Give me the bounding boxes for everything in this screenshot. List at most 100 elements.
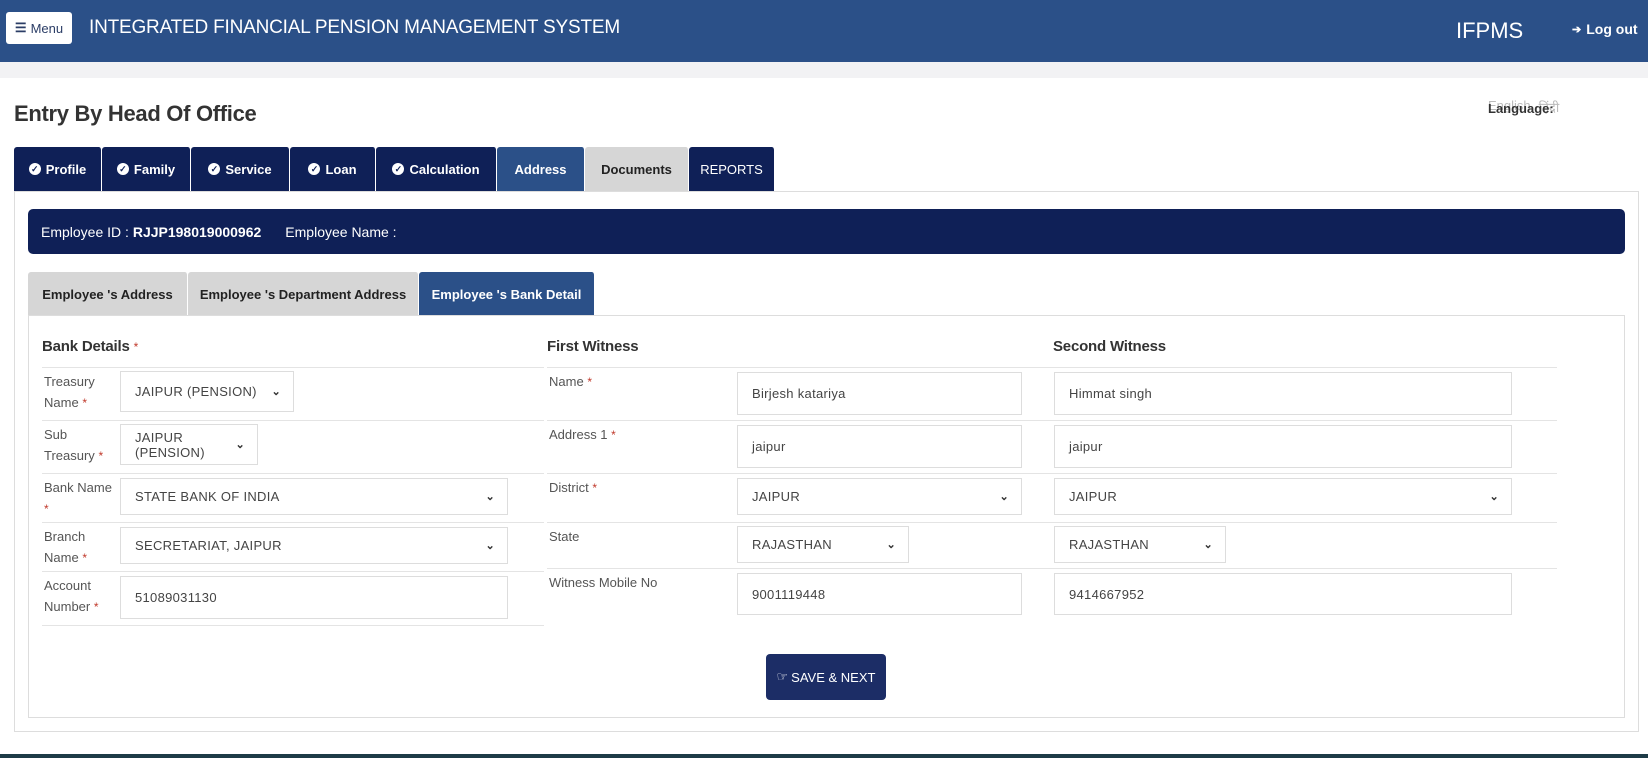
first-witness-address-input[interactable]: jaipur — [737, 425, 1022, 468]
divider — [42, 420, 544, 421]
subtab-employee-address[interactable]: Employee 's Address — [28, 272, 188, 316]
employee-id-value: RJJP198019000962 — [132, 223, 262, 240]
first-witness-district-select[interactable]: JAIPUR ⌄ — [737, 478, 1022, 515]
second-witness-state-select[interactable]: RAJASTHAN ⌄ — [1054, 526, 1226, 563]
divider — [547, 473, 1557, 474]
divider — [42, 473, 544, 474]
select-value: JAIPUR — [752, 489, 801, 504]
divider — [42, 571, 544, 572]
tab-calculation[interactable]: ✓ Calculation — [376, 147, 497, 191]
witness-district-label: District * — [549, 477, 597, 499]
employee-name-label: Employee Name : — [285, 223, 397, 240]
required-marker: * — [611, 428, 616, 442]
tab-label: REPORTS — [700, 161, 763, 177]
employee-info-bar: Employee ID : RJJP198019000962 Employee … — [28, 209, 1625, 254]
divider — [42, 522, 544, 523]
branch-name-select[interactable]: SECRETARIAT, JAIPUR ⌄ — [120, 527, 508, 564]
second-witness-mobile-input[interactable]: 9414667952 — [1054, 573, 1512, 615]
check-circle-icon: ✓ — [116, 163, 129, 175]
tab-service[interactable]: ✓ Service — [191, 147, 290, 191]
tab-label: Family — [133, 161, 176, 177]
address-sub-tabs: Employee 's Address Employee 's Departme… — [28, 272, 595, 316]
select-value: SECRETARIAT, JAIPUR — [135, 538, 282, 553]
chevron-down-icon: ⌄ — [999, 491, 1009, 503]
tab-address[interactable]: Address — [497, 147, 585, 191]
divider — [547, 522, 1557, 523]
select-value: STATE BANK OF INDIA — [135, 489, 280, 504]
input-value: jaipur — [752, 439, 786, 454]
first-witness-mobile-input[interactable]: 9001119448 — [737, 573, 1022, 615]
main-tabs: ✓ Profile ✓ Family ✓ Service ✓ Loan ✓ Ca… — [14, 147, 775, 191]
account-number-input[interactable]: 51089031130 — [120, 576, 508, 619]
tab-documents[interactable]: Documents — [585, 147, 689, 191]
subtab-label: Employee 's Bank Detail — [431, 286, 582, 302]
label-text: Name — [44, 395, 79, 410]
button-label: SAVE & NEXT — [791, 669, 876, 685]
second-witness-heading: Second Witness — [1053, 338, 1166, 355]
divider — [42, 625, 544, 626]
menu-button[interactable]: ☰ Menu — [6, 12, 72, 44]
input-value: 9414667952 — [1069, 586, 1145, 602]
label-text: Treasury — [44, 374, 95, 389]
label-text: Account — [44, 578, 91, 593]
thumbs-up-icon: ☞ — [776, 669, 789, 684]
footer-bar — [0, 754, 1648, 758]
check-circle-icon: ✓ — [28, 163, 41, 175]
required-marker: * — [44, 502, 49, 516]
tab-reports[interactable]: REPORTS — [689, 147, 775, 191]
tab-profile[interactable]: ✓ Profile — [14, 147, 102, 191]
required-marker: * — [82, 551, 87, 565]
tab-label: Calculation — [409, 161, 480, 177]
branch-name-label: Branch Name * — [44, 526, 87, 569]
select-value: RAJASTHAN — [1069, 537, 1149, 552]
witness-name-label: Name * — [549, 371, 592, 393]
bank-name-label: Bank Name * — [44, 477, 112, 520]
brand-name: IFPMS — [1456, 18, 1524, 43]
second-witness-district-select[interactable]: JAIPUR ⌄ — [1054, 478, 1512, 515]
top-navbar: ☰ Menu INTEGRATED FINANCIAL PENSION MANA… — [0, 0, 1648, 62]
select-value: RAJASTHAN — [752, 537, 832, 552]
tab-loan[interactable]: ✓ Loan — [290, 147, 376, 191]
chevron-down-icon: ⌄ — [235, 439, 245, 451]
witness-address-label: Address 1 * — [549, 424, 616, 446]
logout-link[interactable]: ➔ Log out — [1572, 21, 1638, 37]
divider — [42, 367, 544, 368]
required-marker: * — [587, 375, 592, 389]
employee-name: Employee Name : — [285, 224, 396, 240]
check-circle-icon: ✓ — [392, 163, 405, 175]
check-circle-icon: ✓ — [308, 163, 321, 175]
tab-label: Loan — [325, 161, 357, 177]
subtab-department-address[interactable]: Employee 's Department Address — [188, 272, 419, 316]
subtab-bank-detail[interactable]: Employee 's Bank Detail — [419, 272, 595, 316]
select-value: JAIPUR — [1069, 489, 1118, 504]
divider — [547, 568, 1557, 569]
treasury-name-select[interactable]: JAIPUR (PENSION) ⌄ — [120, 371, 294, 412]
save-next-button[interactable]: ☞ SAVE & NEXT — [766, 654, 886, 700]
sub-treasury-select[interactable]: JAIPUR (PENSION) ⌄ — [120, 424, 258, 465]
chevron-down-icon: ⌄ — [1203, 539, 1213, 551]
label-text: Address 1 — [549, 427, 608, 442]
bank-name-select[interactable]: STATE BANK OF INDIA ⌄ — [120, 478, 508, 515]
input-value: Himmat singh — [1069, 386, 1153, 401]
tab-family[interactable]: ✓ Family — [102, 147, 191, 191]
input-value: Birjesh katariya — [752, 386, 846, 401]
label-text: Witness Mobile No — [549, 575, 658, 590]
chevron-down-icon: ⌄ — [886, 539, 896, 551]
input-value: 9001119448 — [752, 586, 826, 602]
first-witness-state-select[interactable]: RAJASTHAN ⌄ — [737, 526, 909, 563]
chevron-down-icon: ⌄ — [1489, 491, 1499, 503]
input-value: jaipur — [1069, 439, 1103, 454]
sub-treasury-label: Sub Treasury * — [44, 424, 103, 467]
required-marker: * — [93, 600, 99, 614]
second-witness-name-input[interactable]: Himmat singh — [1054, 372, 1512, 415]
language-label: Language: — [1488, 101, 1554, 116]
first-witness-name-input[interactable]: Birjesh katariya — [737, 372, 1022, 415]
tab-label: Documents — [601, 161, 672, 177]
header-subbar — [0, 62, 1648, 78]
tab-label: Profile — [45, 161, 87, 177]
second-witness-address-input[interactable]: jaipur — [1054, 425, 1512, 468]
select-value: JAIPUR (PENSION) — [135, 384, 257, 399]
language-switcher: Language: English हिंदी — [1488, 98, 1559, 116]
subtab-label: Employee 's Address — [42, 286, 173, 302]
required-marker: * — [133, 340, 139, 354]
